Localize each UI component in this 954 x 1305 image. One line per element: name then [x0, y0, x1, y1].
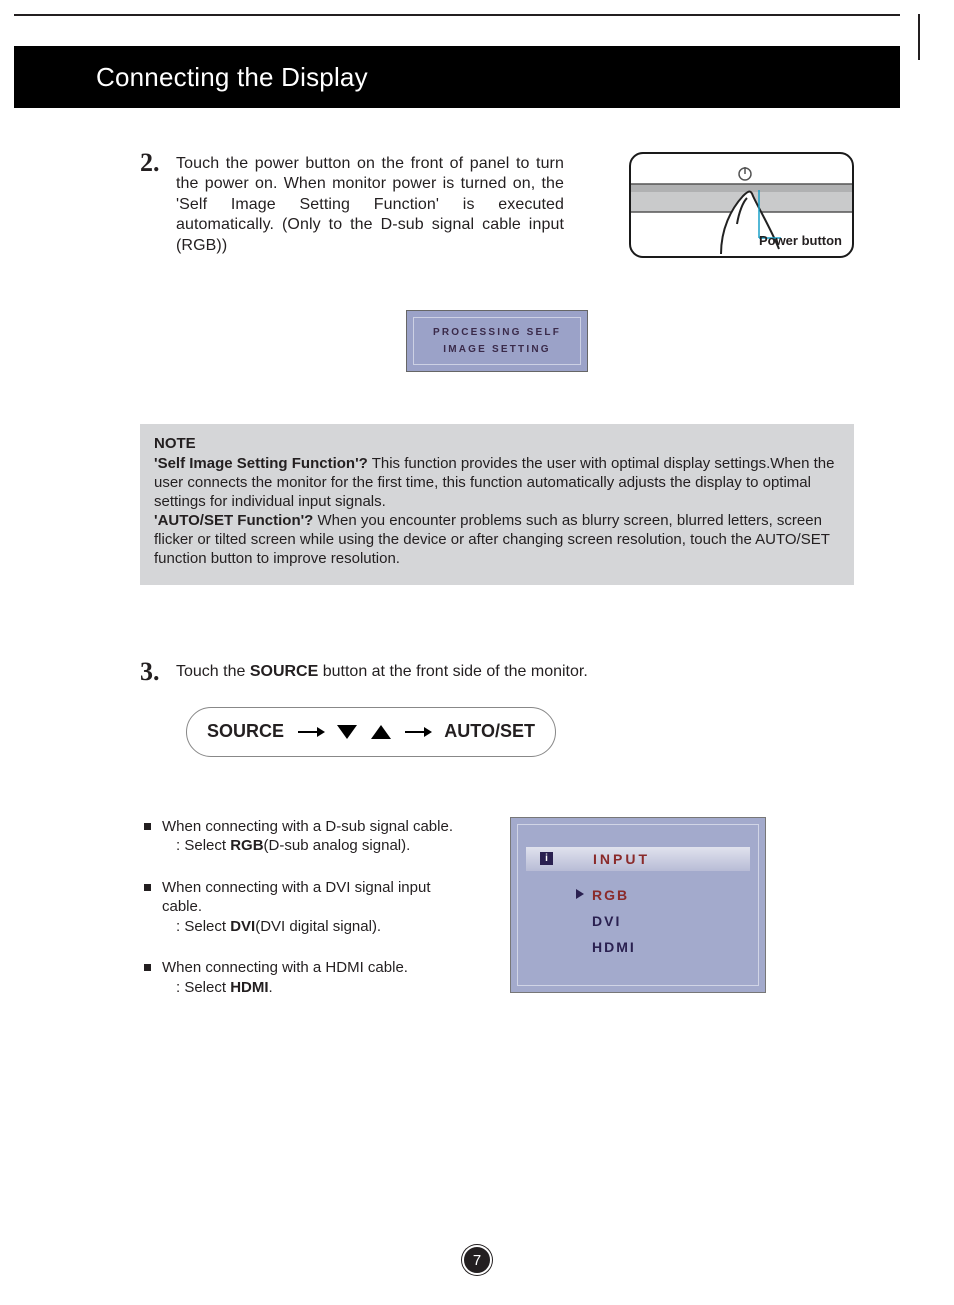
input-osd-titlebar: i INPUT — [526, 847, 750, 871]
top-divider — [14, 14, 900, 16]
step-3-number: 3 — [140, 657, 160, 687]
bullet-hdmi-line: When connecting with a HDMI cable. — [162, 959, 408, 976]
arrow-right-icon — [405, 731, 430, 733]
step-3-bold: SOURCE — [250, 663, 318, 680]
section-title-bar: Connecting the Display — [14, 46, 900, 108]
bullet-dsub-sub: : Select RGB(D-sub analog signal). — [162, 836, 470, 856]
page-number: 7 — [462, 1245, 492, 1275]
source-flow-figure: SOURCE AUTO/SET — [186, 707, 556, 757]
note-line-1: 'Self Image Setting Function'? This func… — [154, 454, 840, 512]
source-label: SOURCE — [207, 721, 284, 742]
bullet-hdmi: When connecting with a HDMI cable. : Sel… — [140, 958, 470, 997]
input-osd-options: RGB DVI HDMI — [518, 871, 758, 955]
note-heading: NOTE — [154, 434, 840, 453]
autoset-label: AUTO/SET — [444, 721, 535, 742]
input-option-dvi: DVI — [592, 913, 758, 929]
power-button-label: Power button — [759, 233, 842, 248]
corner-mark — [918, 14, 920, 60]
input-osd-inner: i INPUT RGB DVI HDMI — [517, 824, 759, 986]
note-autoset-label: 'AUTO/SET Function'? — [154, 512, 313, 529]
step-2-text: Touch the power button on the front of p… — [176, 154, 564, 256]
input-osd: i INPUT RGB DVI HDMI — [510, 817, 766, 993]
step-3-pre: Touch the — [176, 663, 250, 680]
bullet-dsub: When connecting with a D-sub signal cabl… — [140, 817, 470, 856]
step-3: 3 Touch the SOURCE button at the front s… — [140, 663, 854, 1020]
connection-bullets: When connecting with a D-sub signal cabl… — [140, 817, 470, 1020]
step-2: 2 Touch the power button on the front of… — [140, 154, 854, 256]
processing-osd-line1: PROCESSING SELF — [414, 327, 580, 338]
power-button-figure: Power button — [629, 152, 854, 258]
step-3-post: button at the front side of the monitor. — [318, 663, 588, 680]
bullet-dsub-line: When connecting with a D-sub signal cabl… — [162, 818, 453, 835]
content-area: 2 Touch the power button on the front of… — [140, 154, 854, 1019]
triangle-up-icon — [371, 725, 391, 739]
step-3-lower-row: When connecting with a D-sub signal cabl… — [140, 817, 854, 1020]
processing-osd: PROCESSING SELF IMAGE SETTING — [406, 310, 588, 372]
processing-osd-inner: PROCESSING SELF IMAGE SETTING — [413, 317, 581, 365]
step-2-number: 2 — [140, 148, 160, 178]
triangle-down-icon — [337, 725, 357, 739]
note-box: NOTE 'Self Image Setting Function'? This… — [140, 424, 854, 584]
input-osd-title: INPUT — [593, 851, 650, 867]
note-line-2: 'AUTO/SET Function'? When you encounter … — [154, 511, 840, 569]
input-option-hdmi: HDMI — [592, 939, 758, 955]
processing-osd-line2: IMAGE SETTING — [414, 344, 580, 355]
section-title: Connecting the Display — [96, 62, 368, 93]
input-option-rgb: RGB — [592, 887, 758, 903]
page-frame: Connecting the Display 2 Touch the power… — [14, 14, 900, 1291]
bullet-dvi-line: When connecting with a DVI signal input … — [162, 879, 430, 916]
bullet-dvi: When connecting with a DVI signal input … — [140, 878, 470, 937]
step-3-text: Touch the SOURCE button at the front sid… — [176, 663, 854, 681]
bullet-hdmi-sub: : Select HDMI. — [162, 978, 470, 998]
bullet-dvi-sub: : Select DVI(DVI digital signal). — [162, 917, 470, 937]
info-icon: i — [540, 852, 553, 865]
note-self-image-label: 'Self Image Setting Function'? — [154, 455, 368, 472]
arrow-right-icon — [298, 731, 323, 733]
